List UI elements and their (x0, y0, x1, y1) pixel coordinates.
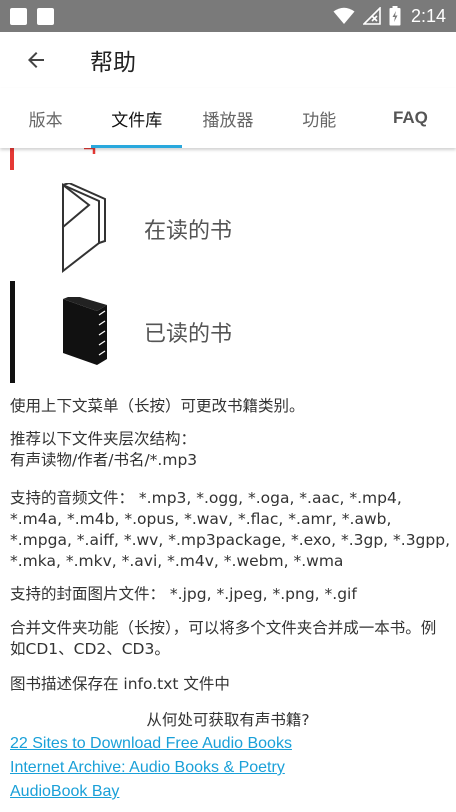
app-bar: 帮助 (0, 32, 456, 88)
tab-features[interactable]: 功能 (274, 88, 365, 148)
system-icons: 2:14 (333, 6, 446, 27)
status-time: 2:14 (410, 5, 446, 26)
help-content[interactable]: 在读的书 已读的书 使用上下文菜单（长按）可更改书籍类别。 推荐以下文件夹层次结… (0, 148, 456, 812)
tab-library[interactable]: 文件库 (91, 88, 183, 148)
new-book-icon-fragment (84, 148, 96, 154)
wifi-icon (333, 7, 355, 24)
tab-version[interactable]: 版本 (0, 88, 91, 148)
tab-player[interactable]: 播放器 (182, 88, 273, 148)
notification-icons (10, 7, 54, 25)
folder-structure-path: 有声读物/作者/书名/*.mp3 (10, 451, 198, 469)
open-book-icon (30, 178, 140, 280)
battery-charging-icon (389, 6, 401, 26)
folder-structure-line: 推荐以下文件夹层次结构： (10, 430, 197, 448)
folder-structure-hint: 推荐以下文件夹层次结构： 有声读物/作者/书名/*.mp3 (10, 429, 450, 471)
back-button[interactable] (0, 32, 72, 88)
closed-book-icon (30, 281, 140, 383)
audiobook-links: 22 Sites to Download Free Audio Books In… (10, 732, 292, 804)
link-audiobook-bay[interactable]: AudioBook Bay (10, 780, 292, 804)
reading-books-row: 在读的书 (10, 178, 450, 280)
where-to-get-heading: 从何处可获取有声书籍? (146, 711, 310, 729)
merge-folders-text: 合并文件夹功能（长按），可以将多个文件夹合并成一本书。例如CD1、CD2、CD3… (10, 619, 437, 658)
reading-books-label: 在读的书 (144, 219, 233, 244)
link-internet-archive[interactable]: Internet Archive: Audio Books & Poetry (10, 756, 292, 780)
audio-formats-text: 支持的音频文件： *.mp3, *.ogg, *.oga, *.aac, *.m… (10, 489, 450, 570)
status-bar: 2:14 (0, 0, 456, 32)
read-books-label: 已读的书 (144, 322, 233, 347)
link-22-sites[interactable]: 22 Sites to Download Free Audio Books (10, 732, 292, 756)
notification-icon (10, 7, 27, 25)
notification-icon (37, 7, 54, 25)
read-books-marker (10, 281, 15, 383)
context-menu-hint: 使用上下文菜单（长按）可更改书籍类别。 (10, 397, 305, 415)
description-file-text: 图书描述保存在 info.txt 文件中 (10, 675, 230, 693)
tab-bar: 版本 文件库 播放器 功能 FAQ (0, 88, 456, 148)
new-books-marker (10, 148, 14, 170)
page-title: 帮助 (90, 50, 136, 76)
cover-formats-text: 支持的封面图片文件： *.jpg, *.jpeg, *.png, *.gif (10, 585, 357, 603)
signal-icon (362, 7, 381, 25)
arrow-back-icon (28, 52, 44, 68)
tab-faq[interactable]: FAQ (365, 88, 456, 148)
read-books-row: 已读的书 (10, 281, 450, 383)
